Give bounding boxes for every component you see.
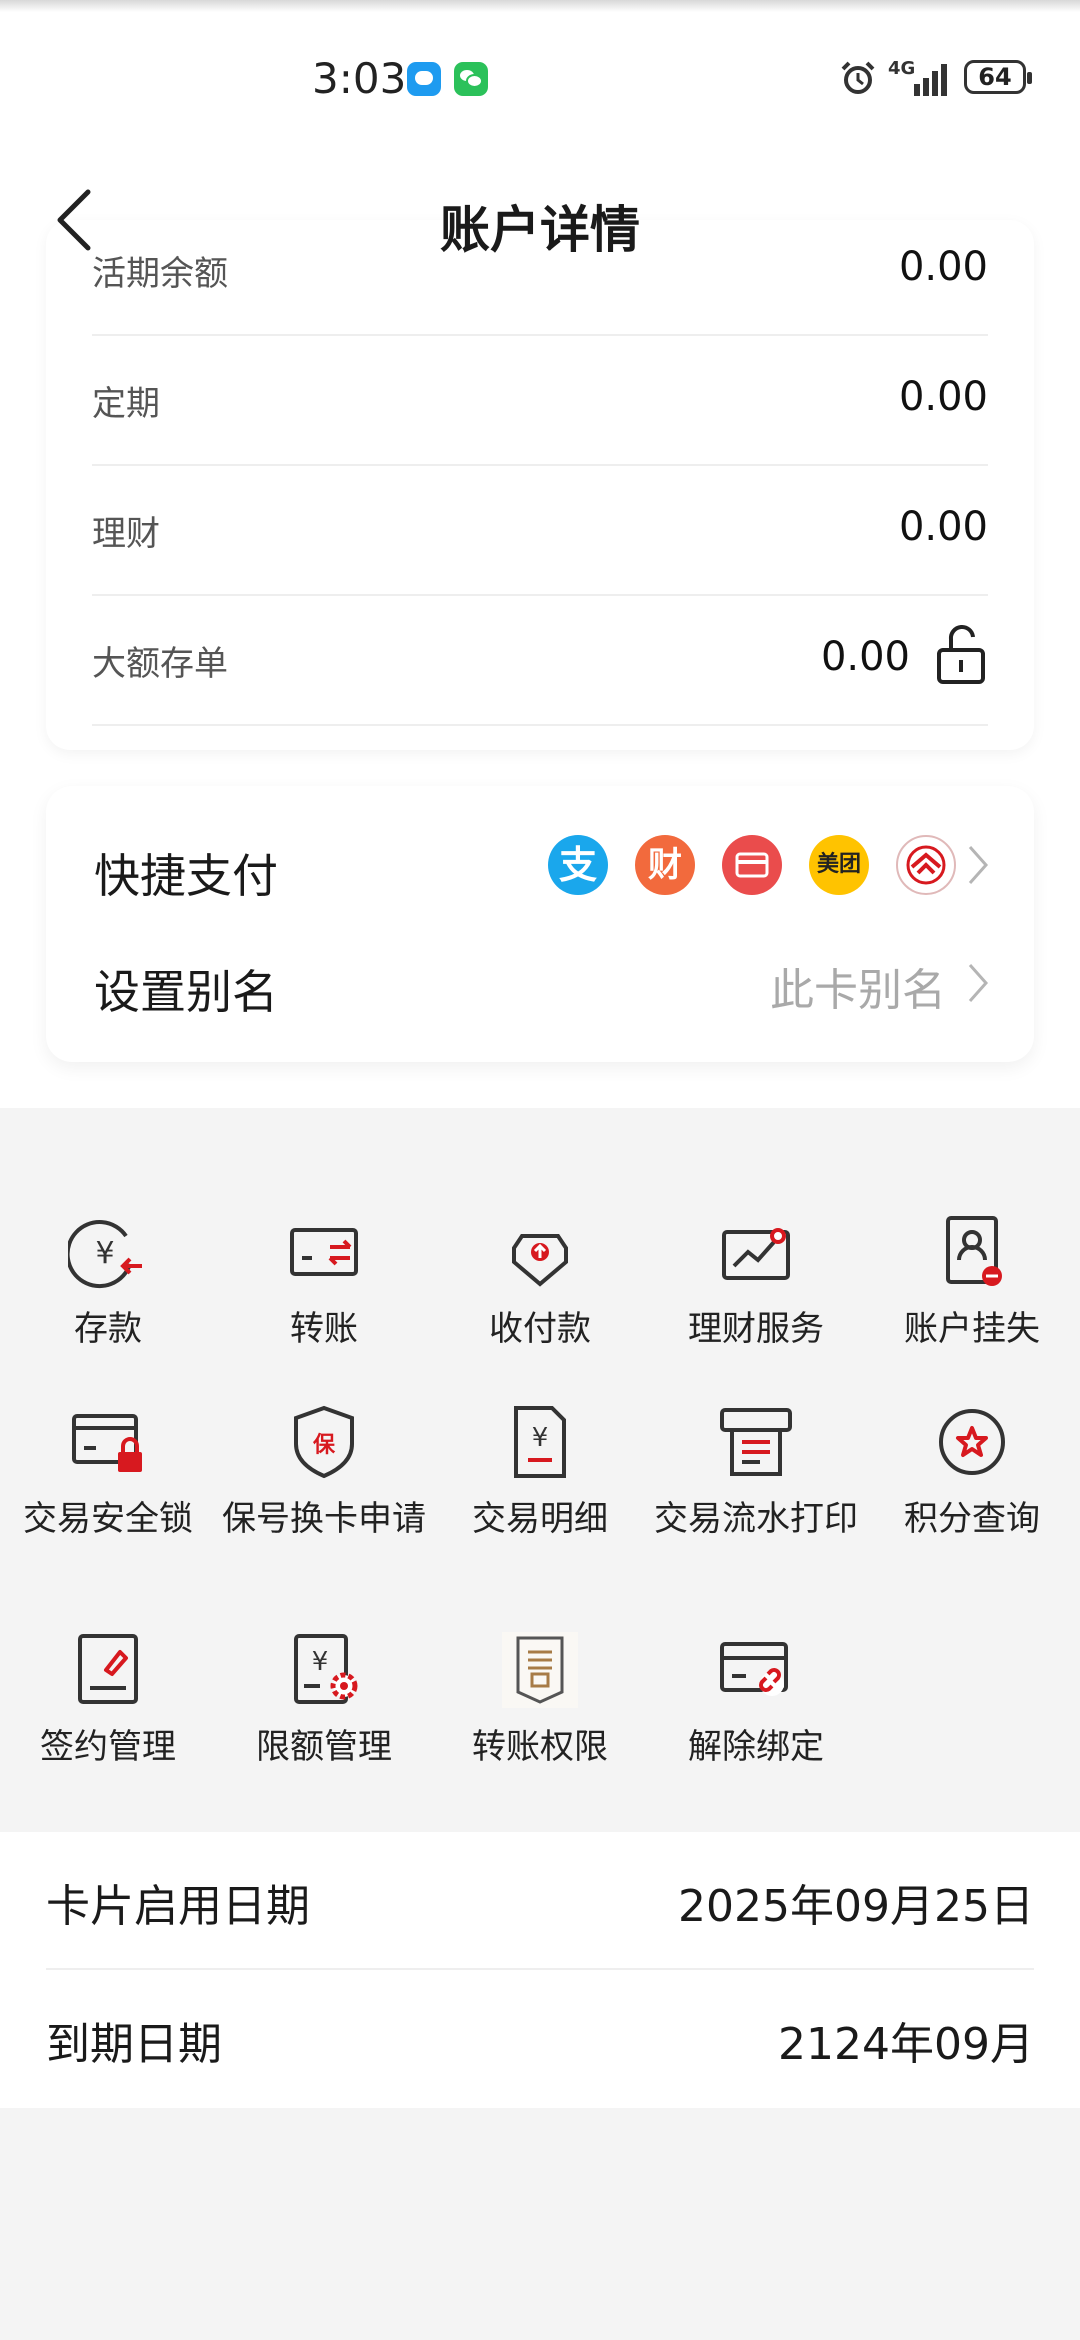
svg-text:¥: ¥ — [312, 1647, 329, 1677]
balance-row-fixed[interactable]: 定期 0.00 — [92, 334, 988, 466]
service-limit[interactable]: ¥ 限额管理 — [216, 1630, 432, 1800]
service-unbind[interactable]: 解除绑定 — [648, 1630, 864, 1800]
status-bar: 3:03 4G 64 — [0, 40, 1080, 120]
service-label: 转账权限 — [472, 1727, 608, 1767]
balance-card: 活期余额 0.00 定期 0.00 理财 0.00 大额存单 0.00 — [46, 220, 1034, 750]
service-label: 积分查询 — [904, 1499, 1040, 1539]
service-label: 账户挂失 — [904, 1309, 1040, 1349]
svg-text:保: 保 — [312, 1433, 336, 1458]
info-value: 2025年09月25日 — [678, 1881, 1034, 1932]
transfer-icon — [290, 1228, 358, 1276]
service-points[interactable]: 积分查询 — [864, 1402, 1080, 1572]
limit-icon: ¥ — [294, 1634, 358, 1704]
statement-print-icon — [720, 1408, 792, 1476]
wealth-service-icon — [722, 1228, 790, 1280]
service-label: 交易流水打印 — [654, 1499, 858, 1539]
transfer-permission-icon — [502, 1632, 578, 1708]
alarm-icon — [841, 61, 875, 94]
service-contract[interactable]: 签约管理 — [0, 1630, 216, 1800]
bank-card-pay-icon — [722, 835, 782, 895]
balance-row-large-deposit[interactable]: 大额存单 0.00 — [92, 594, 988, 726]
alipay-icon: 支 — [548, 835, 608, 895]
service-wealth[interactable]: 理财服务 — [648, 1212, 864, 1382]
transaction-detail-icon: ¥ — [514, 1406, 566, 1478]
service-card-replace[interactable]: 保 保号换卡申请 — [216, 1402, 432, 1572]
quick-pay-row[interactable]: 快捷支付 支 财 美团 — [94, 810, 994, 920]
contract-icon — [78, 1634, 138, 1704]
service-deposit[interactable]: ¥ 存款 — [0, 1212, 216, 1382]
info-label: 到期日期 — [46, 2019, 222, 2070]
service-security-lock[interactable]: 交易安全锁 — [0, 1402, 216, 1572]
card-info-panel: 卡片启用日期 2025年09月25日 到期日期 2124年09月 — [0, 1832, 1080, 2108]
service-statement-print[interactable]: 交易流水打印 — [648, 1402, 864, 1572]
balance-label: 定期 — [92, 384, 160, 424]
service-report-loss[interactable]: 账户挂失 — [864, 1212, 1080, 1382]
balance-label: 理财 — [92, 514, 160, 554]
card-expiry-row: 到期日期 2124年09月 — [46, 1970, 1034, 2106]
receive-pay-icon — [512, 1234, 568, 1287]
service-receive-pay[interactable]: 收付款 — [432, 1212, 648, 1382]
card-replace-icon: 保 — [294, 1405, 354, 1479]
balance-value: 0.00 — [898, 374, 988, 420]
balance-row-wealth[interactable]: 理财 0.00 — [92, 464, 988, 596]
security-lock-icon — [72, 1414, 142, 1472]
service-transfer-permission[interactable]: 转账权限 — [432, 1630, 648, 1800]
chevron-right-icon — [968, 846, 989, 884]
meituan-icon: 美团 — [809, 835, 869, 895]
header: 账户详情 — [0, 170, 1080, 270]
service-label: 转账 — [290, 1309, 358, 1349]
balance-label: 大额存单 — [92, 644, 228, 684]
svg-text:¥: ¥ — [95, 1236, 114, 1271]
card-activation-row: 卡片启用日期 2025年09月25日 — [46, 1832, 1034, 1970]
service-label: 交易安全锁 — [23, 1499, 193, 1539]
alias-value: 此卡别名 — [770, 965, 946, 1016]
status-time: 3:03 — [312, 54, 407, 103]
quick-pay-label: 快捷支付 — [94, 849, 278, 903]
signal-icon — [914, 64, 947, 96]
alias-row[interactable]: 设置别名 此卡别名 — [94, 926, 994, 1036]
service-transaction-detail[interactable]: ¥ 交易明细 — [432, 1402, 648, 1572]
alias-label: 设置别名 — [94, 965, 278, 1019]
service-label: 签约管理 — [40, 1727, 176, 1767]
battery-level: 64 — [978, 63, 1012, 91]
top-shade — [0, 0, 1080, 12]
page-title: 账户详情 — [440, 201, 640, 259]
wealth-pay-icon: 财 — [635, 835, 695, 895]
unbind-icon — [720, 1642, 788, 1696]
info-label: 卡片启用日期 — [46, 1881, 310, 1932]
deposit-icon: ¥ — [68, 1220, 142, 1289]
service-transfer[interactable]: 转账 — [216, 1212, 432, 1382]
balance-value: 0.00 — [898, 504, 988, 550]
unionpay-cloud-icon — [896, 835, 956, 895]
service-label: 限额管理 — [256, 1727, 392, 1767]
service-label: 交易明细 — [472, 1499, 608, 1539]
chevron-right-icon — [968, 964, 989, 1002]
service-label: 存款 — [74, 1309, 142, 1349]
battery-icon: 64 — [964, 60, 1032, 94]
service-label: 理财服务 — [688, 1309, 824, 1349]
quick-pay-card: 快捷支付 支 财 美团 设置别名 此卡别名 — [46, 786, 1034, 1062]
service-label: 解除绑定 — [688, 1727, 824, 1767]
svg-text:¥: ¥ — [532, 1423, 549, 1453]
info-value: 2124年09月 — [778, 2019, 1034, 2070]
report-loss-icon — [946, 1216, 1002, 1286]
service-label: 收付款 — [489, 1309, 591, 1349]
balance-value: 0.00 — [820, 634, 910, 680]
service-label: 保号换卡申请 — [222, 1499, 426, 1539]
unlock-icon[interactable] — [936, 624, 988, 686]
wechat-notification-icon — [454, 62, 488, 96]
message-notification-icon — [407, 62, 441, 96]
points-icon — [939, 1409, 1005, 1475]
